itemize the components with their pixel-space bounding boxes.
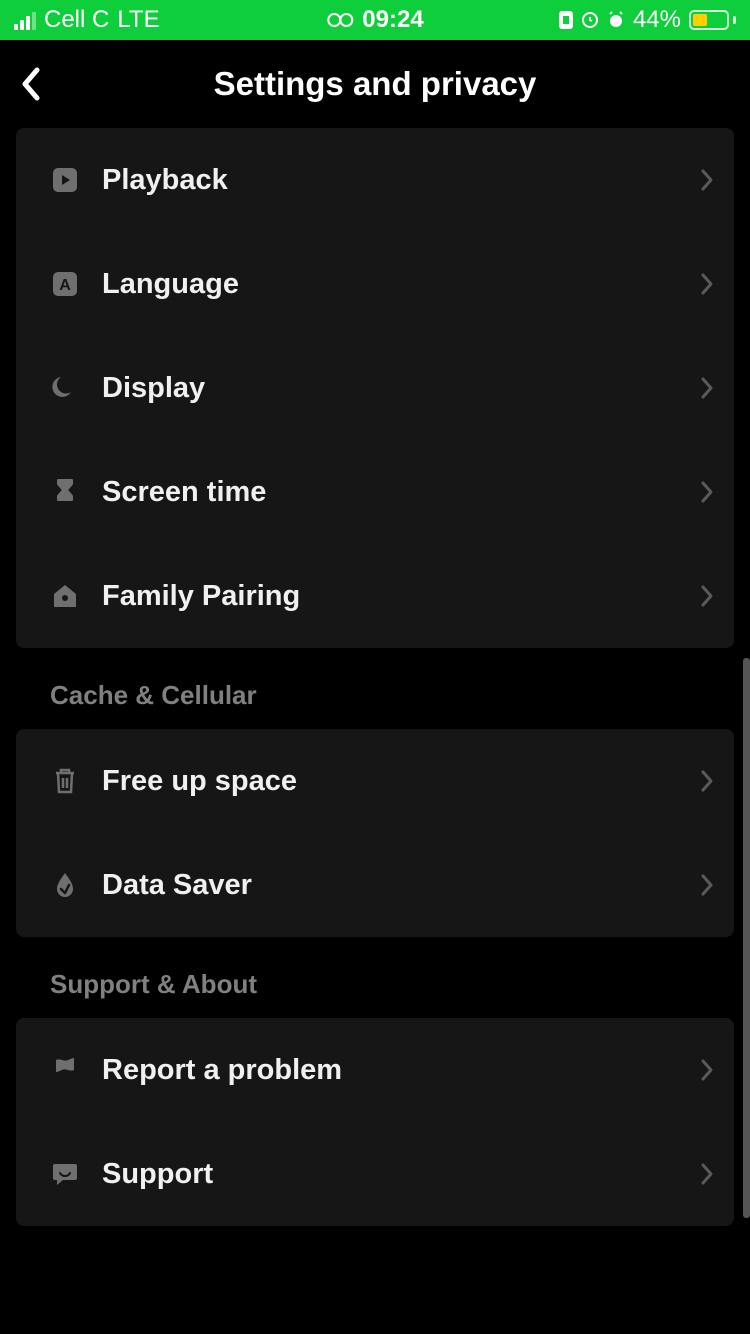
- droplet-icon: [50, 870, 80, 900]
- chevron-right-icon: [700, 1162, 714, 1186]
- carrier-label: Cell C: [44, 6, 109, 34]
- chevron-right-icon: [700, 168, 714, 192]
- row-family-pairing[interactable]: Family Pairing: [16, 544, 734, 648]
- row-label: Display: [102, 372, 700, 405]
- chevron-right-icon: [700, 584, 714, 608]
- status-left: Cell C LTE: [14, 6, 160, 34]
- home-icon: [50, 581, 80, 611]
- row-display[interactable]: Display: [16, 336, 734, 440]
- row-report-problem[interactable]: Report a problem: [16, 1018, 734, 1122]
- section-title-cache: Cache & Cellular: [16, 680, 734, 729]
- row-label: Playback: [102, 164, 700, 197]
- scrollbar[interactable]: [743, 658, 750, 1218]
- row-label: Data Saver: [102, 869, 700, 902]
- row-label: Support: [102, 1158, 700, 1191]
- row-free-up-space[interactable]: Free up space: [16, 729, 734, 833]
- battery-icon: [689, 10, 736, 30]
- signal-strength-icon: [14, 10, 36, 30]
- chevron-right-icon: [700, 769, 714, 793]
- status-center: 09:24: [326, 6, 423, 34]
- row-support[interactable]: Support: [16, 1122, 734, 1226]
- moon-icon: [50, 373, 80, 403]
- chevron-right-icon: [700, 873, 714, 897]
- chevron-right-icon: [700, 480, 714, 504]
- chevron-right-icon: [700, 1058, 714, 1082]
- section-title-support: Support & About: [16, 969, 734, 1018]
- battery-pct: 44%: [633, 6, 681, 34]
- page-title: Settings and privacy: [214, 65, 537, 103]
- chevron-right-icon: [700, 376, 714, 400]
- flag-icon: [50, 1055, 80, 1085]
- status-right: 44%: [559, 6, 736, 34]
- back-button[interactable]: [20, 66, 42, 102]
- alarm-icon: [607, 11, 625, 29]
- trash-icon: [50, 766, 80, 796]
- nav-header: Settings and privacy: [0, 40, 750, 128]
- row-label: Language: [102, 268, 700, 301]
- settings-group-cache: Free up space Data Saver: [16, 729, 734, 937]
- playback-icon: [50, 165, 80, 195]
- row-language[interactable]: A Language: [16, 232, 734, 336]
- chat-icon: [50, 1159, 80, 1189]
- language-icon: A: [50, 269, 80, 299]
- status-bar: Cell C LTE 09:24 44%: [0, 0, 750, 40]
- row-label: Family Pairing: [102, 580, 700, 613]
- rotation-lock-icon: [581, 11, 599, 29]
- hourglass-icon: [50, 477, 80, 507]
- row-playback[interactable]: Playback: [16, 128, 734, 232]
- row-screen-time[interactable]: Screen time: [16, 440, 734, 544]
- svg-text:A: A: [59, 277, 71, 294]
- hotspot-icon: [326, 12, 354, 28]
- status-time: 09:24: [362, 6, 423, 34]
- sim-icon: [559, 11, 573, 29]
- network-label: LTE: [117, 6, 159, 34]
- content-scroll[interactable]: Playback A Language Display: [0, 128, 750, 1334]
- row-label: Free up space: [102, 765, 700, 798]
- settings-group-support: Report a problem Support: [16, 1018, 734, 1226]
- settings-group-general: Playback A Language Display: [16, 128, 734, 648]
- row-label: Report a problem: [102, 1054, 700, 1087]
- row-label: Screen time: [102, 476, 700, 509]
- row-data-saver[interactable]: Data Saver: [16, 833, 734, 937]
- chevron-right-icon: [700, 272, 714, 296]
